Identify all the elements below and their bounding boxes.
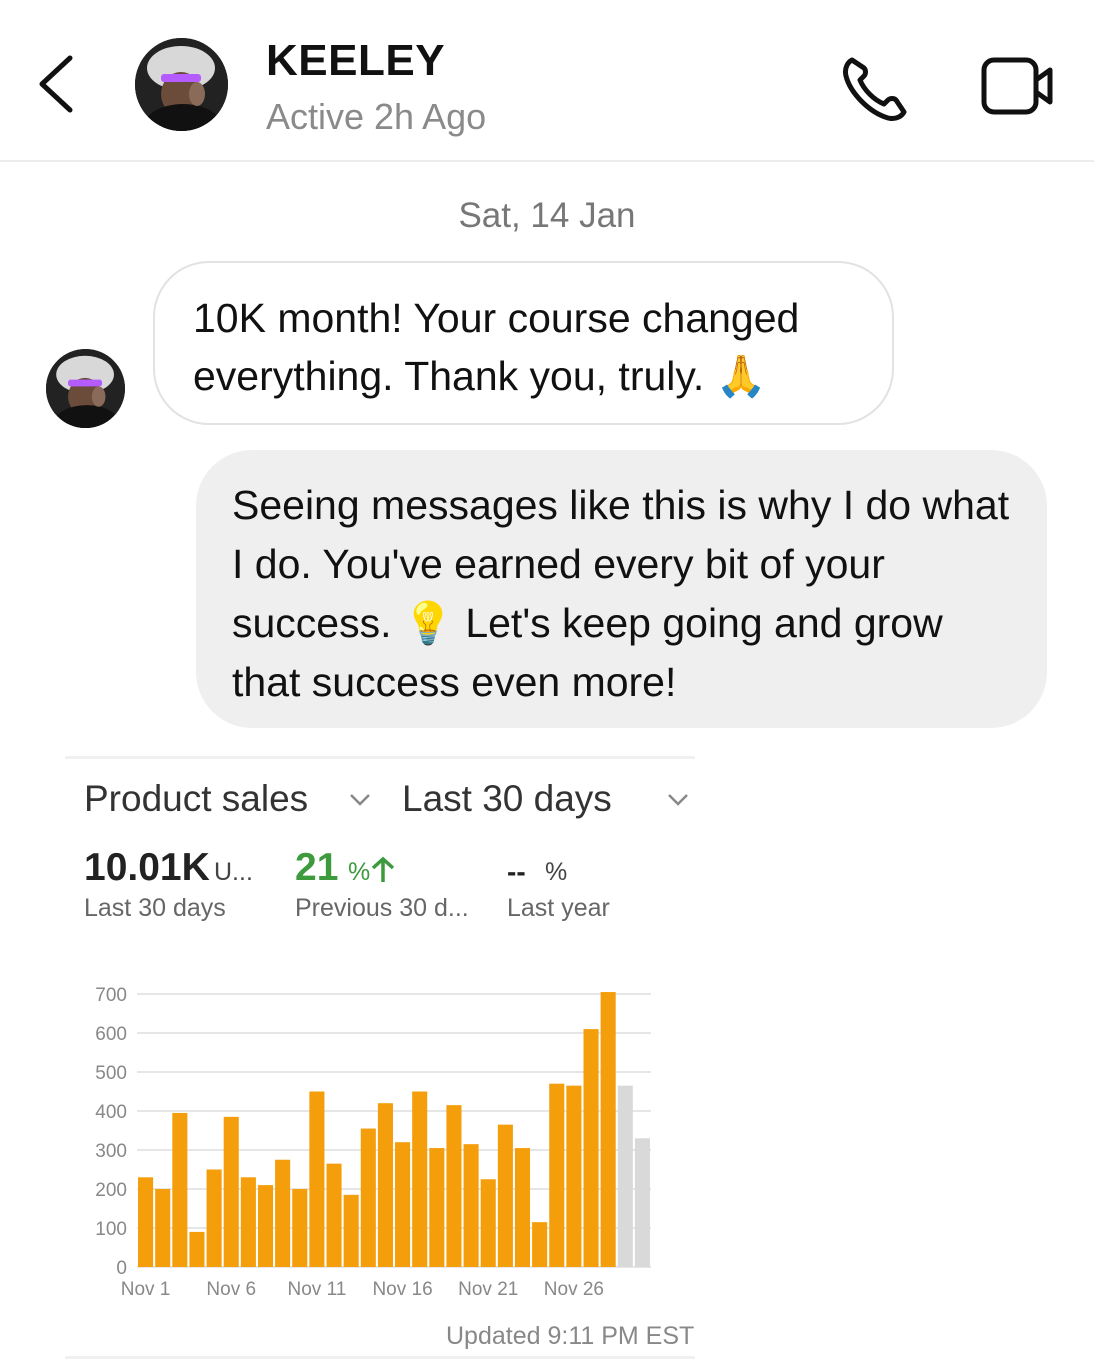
metric-value-total: 10.01K <box>84 846 210 889</box>
card-divider <box>65 1356 695 1359</box>
metric-value-change: 21 <box>295 846 339 889</box>
chevron-left-icon[interactable] <box>34 52 78 116</box>
chat-header: KEELEY Active 2h Ago <box>0 0 1094 162</box>
phone-icon[interactable] <box>838 50 914 126</box>
contact-name[interactable]: KEELEY <box>266 36 445 86</box>
arrow-up-icon <box>371 856 395 882</box>
metric-label-last-year: Last year <box>507 894 610 922</box>
avatar-photo <box>135 38 228 131</box>
video-call-icon[interactable] <box>978 52 1058 122</box>
metric-value-last-year: -- <box>507 856 526 887</box>
chevron-down-icon[interactable] <box>666 792 690 808</box>
contact-avatar[interactable] <box>135 38 228 131</box>
metric-unit-last-year: % <box>545 858 568 886</box>
date-separator: Sat, 14 Jan <box>458 196 636 235</box>
metric-unit-change: % <box>348 858 371 886</box>
message-avatar[interactable] <box>46 349 125 428</box>
metric-unit-total: U... <box>214 858 253 886</box>
active-status: Active 2h Ago <box>266 96 487 137</box>
chevron-down-icon[interactable] <box>348 792 372 808</box>
metric-label-change: Previous 30 d... <box>295 894 469 922</box>
incoming-message[interactable]: 10K month! Your course changed everythin… <box>153 261 894 425</box>
avatar-photo <box>46 349 125 428</box>
outgoing-message[interactable]: Seeing messages like this is why I do wh… <box>196 450 1047 728</box>
period-dropdown[interactable]: Last 30 days <box>402 778 612 820</box>
updated-timestamp: Updated 9:11 PM EST <box>446 1322 695 1350</box>
metric-dropdown[interactable]: Product sales <box>84 778 308 820</box>
metric-label-total: Last 30 days <box>84 894 226 922</box>
